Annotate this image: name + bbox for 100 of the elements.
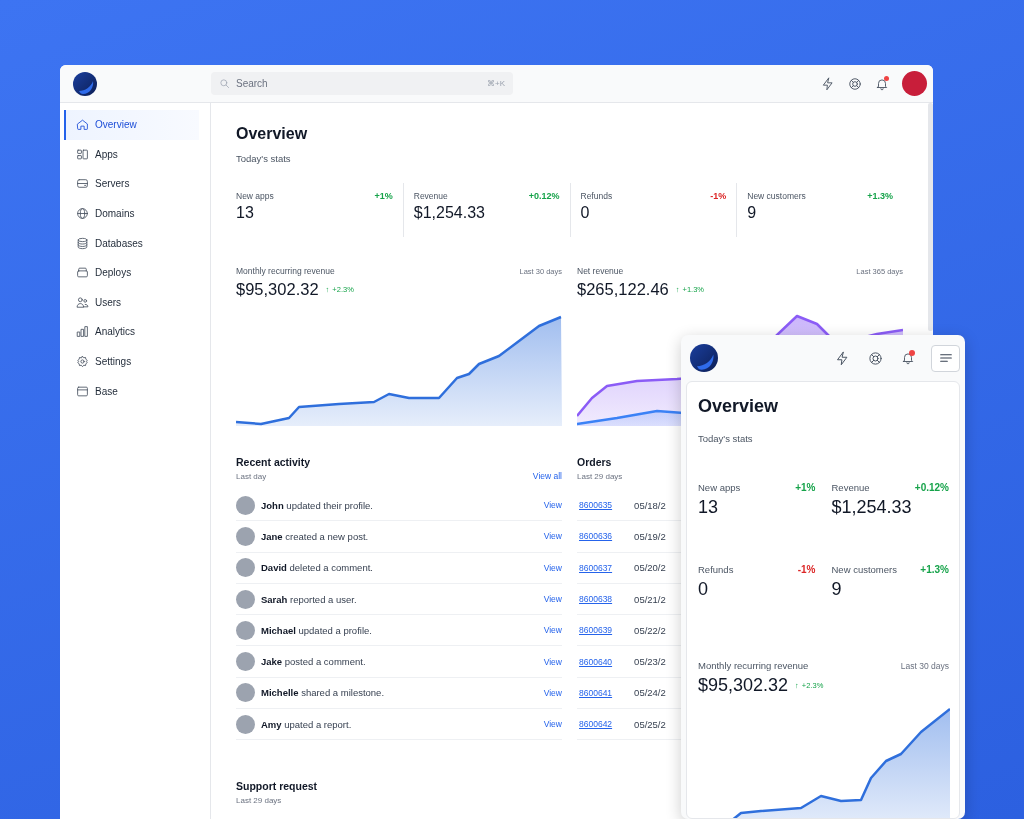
- view-all-link[interactable]: View all: [532, 471, 562, 481]
- chart-label: Monthly recurring revenue: [236, 266, 335, 276]
- stat-change: +1.3%: [867, 191, 893, 201]
- section-subtitle: Last 29 days: [577, 472, 623, 481]
- section-subtitle: Last 29 days: [236, 796, 283, 806]
- chart-label: Net revenue: [577, 266, 624, 276]
- order-link[interactable]: 8600638: [579, 594, 613, 605]
- stat-value: $1,254.33: [831, 497, 913, 518]
- stat-change: +1.3%: [920, 564, 949, 575]
- sidebar-item[interactable]: Analytics: [64, 317, 199, 347]
- period-label: Last 30 days: [900, 661, 949, 671]
- shortcut-hint: ⌘+K: [487, 79, 505, 88]
- bolt-icon[interactable]: [821, 76, 835, 91]
- activity-text: Sarah reported a user.: [261, 593, 358, 605]
- order-date: 05/23/2: [634, 656, 666, 668]
- stat-label: Revenue: [831, 482, 870, 493]
- bar-chart-icon: [76, 325, 89, 339]
- activity-text: Jane created a new post.: [261, 530, 370, 542]
- sidebar-item[interactable]: Deploys: [64, 257, 199, 288]
- order-date: 05/24/2: [634, 687, 666, 699]
- bell-icon[interactable]: [875, 76, 889, 91]
- order-link[interactable]: 8600635: [579, 500, 613, 511]
- logo-icon[interactable]: [73, 71, 97, 96]
- view-link[interactable]: View: [543, 687, 562, 698]
- view-link[interactable]: View: [543, 594, 562, 605]
- avatar: [236, 526, 255, 546]
- page-subtitle: Today's stats: [236, 153, 292, 164]
- database-icon: [76, 236, 89, 250]
- stat-change: +1%: [374, 191, 393, 201]
- order-date: 05/25/2: [634, 718, 666, 730]
- bell-icon[interactable]: [901, 351, 915, 365]
- chart-value: $95,302.32: [698, 675, 789, 696]
- users-icon: [76, 295, 89, 309]
- settings-icon: [76, 355, 89, 369]
- page-subtitle: Today's stats: [698, 433, 754, 444]
- sidebar-item[interactable]: Base: [64, 376, 199, 406]
- avatar: [236, 652, 255, 672]
- order-link[interactable]: 8600640: [579, 656, 613, 667]
- stat-value: $1,254.33: [413, 204, 486, 222]
- view-link[interactable]: View: [543, 500, 562, 511]
- view-link[interactable]: View: [543, 719, 562, 730]
- stat-value: 0: [698, 579, 709, 600]
- order-link[interactable]: 8600639: [579, 625, 613, 636]
- stat-value: 9: [831, 579, 843, 600]
- view-link[interactable]: View: [543, 562, 562, 573]
- avatar: [236, 495, 255, 515]
- stat-label: New apps: [698, 482, 741, 493]
- order-link[interactable]: 8600636: [579, 531, 613, 542]
- activity-text: Amy upated a report.: [261, 718, 353, 730]
- grid-icon: [76, 147, 89, 161]
- stat-value: 13: [698, 497, 720, 518]
- stat-change: +0.12%: [914, 482, 949, 493]
- sidebar-item[interactable]: Overview: [64, 110, 199, 140]
- activity-text: Jake posted a comment.: [261, 656, 367, 668]
- sidebar-item[interactable]: Users: [64, 287, 199, 318]
- order-link[interactable]: 8600641: [579, 687, 613, 698]
- view-link[interactable]: View: [543, 531, 562, 542]
- stat-change: +0.12%: [528, 191, 560, 201]
- avatar: [236, 683, 255, 703]
- activity-text: Michelle shared a milestone.: [261, 687, 386, 699]
- activity-text: Michael updated a profile.: [261, 624, 373, 636]
- stat-change: -1%: [797, 564, 816, 575]
- scrollbar-thumb[interactable]: [928, 103, 933, 331]
- section-subtitle: Last day: [236, 472, 268, 481]
- user-avatar[interactable]: [902, 71, 927, 96]
- logo-icon[interactable]: [690, 344, 718, 372]
- bolt-icon[interactable]: [835, 350, 850, 366]
- order-date: 05/18/2: [634, 499, 666, 511]
- page-title: Overview: [236, 125, 309, 143]
- activity-text: John updated their profile.: [261, 499, 374, 511]
- stat-label: Refunds: [698, 564, 734, 575]
- menu-button[interactable]: [931, 344, 960, 372]
- avatar: [236, 620, 255, 640]
- order-link[interactable]: 8600637: [579, 562, 613, 573]
- lifebuoy-icon[interactable]: [868, 350, 883, 366]
- home-icon: [76, 118, 89, 132]
- search-icon: [219, 78, 230, 89]
- stat-value: 0: [580, 204, 591, 222]
- lifebuoy-icon[interactable]: [848, 76, 862, 91]
- section-title: Support request: [236, 780, 319, 793]
- view-link[interactable]: View: [543, 656, 562, 667]
- stat-label: New customers: [831, 564, 897, 575]
- window-icon: [76, 384, 89, 398]
- sidebar-item[interactable]: Databases: [64, 228, 199, 258]
- order-link[interactable]: 8600642: [579, 719, 613, 730]
- view-link[interactable]: View: [543, 625, 562, 636]
- sidebar-item[interactable]: Servers: [64, 169, 199, 199]
- order-date: 05/19/2: [634, 530, 666, 542]
- sidebar-item[interactable]: Domains: [64, 198, 199, 229]
- activity-text: David deleted a comment.: [261, 562, 374, 574]
- order-date: 05/21/2: [634, 593, 666, 605]
- stat-value: 13: [236, 204, 255, 222]
- order-date: 05/22/2: [634, 624, 666, 636]
- stat-value: 9: [747, 204, 758, 222]
- sidebar-item[interactable]: Apps: [64, 139, 199, 170]
- stat-label: Refunds: [580, 191, 613, 201]
- sidebar-item[interactable]: Settings: [64, 346, 199, 377]
- section-title: Orders: [577, 456, 613, 468]
- stat-label: Revenue: [413, 191, 448, 201]
- tray-icon: [76, 266, 89, 280]
